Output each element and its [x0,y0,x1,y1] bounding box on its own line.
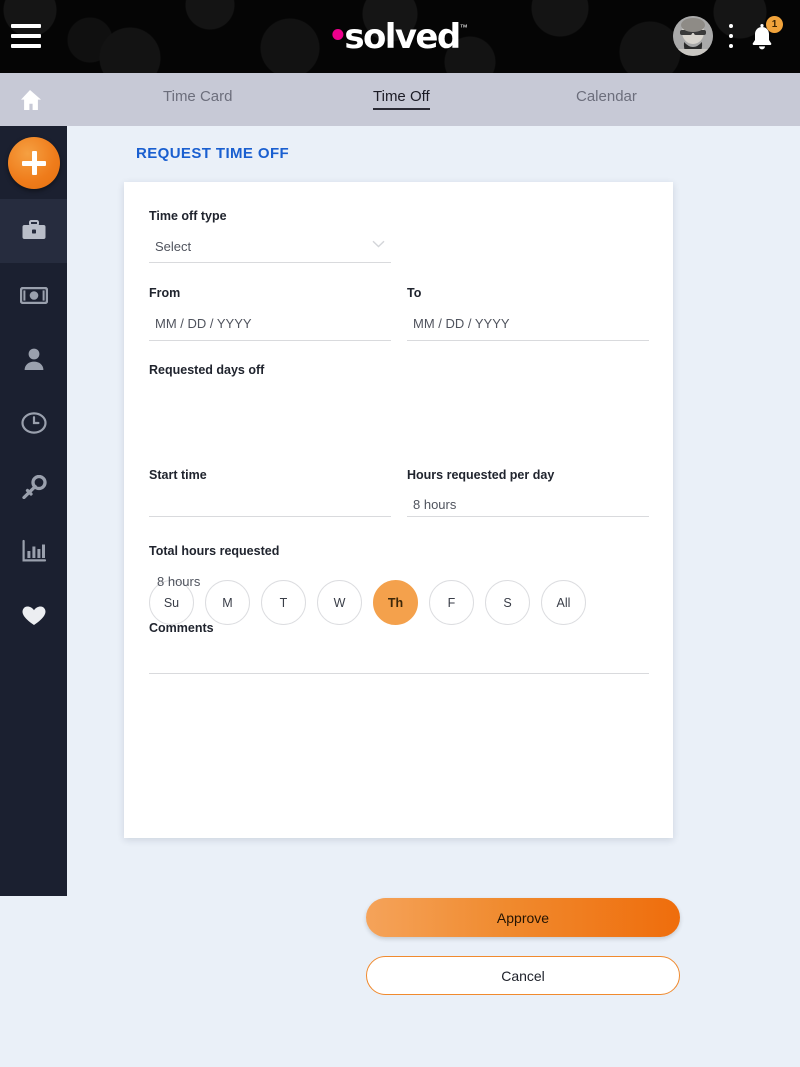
label-from: From [149,286,181,300]
day-toggle-m[interactable]: M [205,580,250,625]
sidebar-item-heart[interactable] [0,583,67,647]
label-requested-days-off: Requested days off [149,363,265,377]
logo-trademark: ™ [459,23,468,32]
label-total-hours: Total hours requested [149,544,280,558]
tab-time-off[interactable]: Time Off [373,88,430,110]
clock-icon [20,412,47,434]
avatar[interactable] [673,16,713,56]
underline-to [407,340,649,341]
logo-wordmark: solved [344,17,461,57]
kebab-dot [729,34,733,38]
label-comments: Comments [149,621,214,635]
underline-comments [149,673,649,674]
request-time-off-card: Time off type Select From MM / DD / YYYY… [124,182,680,995]
logo-dot-icon [332,29,344,40]
key-icon [21,475,47,499]
top-bar: solved ™ 1 [0,0,800,73]
page-header: REQUEST TIME OFF [67,126,800,182]
avatar-image [673,16,713,56]
sidebar-item-cash[interactable] [0,263,67,327]
person-icon [24,348,43,370]
input-hours-per-day[interactable]: 8 hours [413,497,456,512]
label-to: To [407,286,422,300]
underline-time-off-type [149,262,391,263]
underline-start-time [149,516,391,517]
label-hours-per-day: Hours requested per day [407,468,555,482]
value-total-hours: 8 hours [157,574,201,589]
sidebar-item-clock[interactable] [0,391,67,455]
briefcase-icon [22,220,45,239]
underline-from [149,340,391,341]
kebab-dot [729,44,733,48]
label-time-off-type: Time off type [149,209,227,223]
day-toggle-s[interactable]: S [485,580,530,625]
notifications-button[interactable]: 1 [748,16,783,54]
sidebar-item-person[interactable] [0,327,67,391]
tab-calendar[interactable]: Calendar [576,88,637,105]
hamburger-bar [11,24,41,28]
input-from-date[interactable]: MM / DD / YYYY [155,316,252,331]
hamburger-bar [11,44,41,48]
app-root: solved ™ 1 Time Card Time Off Calendar R… [0,0,800,1067]
day-toggle-all[interactable]: All [541,580,586,625]
sidebar-item-key[interactable] [0,455,67,519]
sidebar-item-briefcase[interactable] [0,199,67,263]
hamburger-bar [11,34,41,38]
heart-icon [22,606,45,625]
home-glyph [21,90,41,110]
hamburger-menu-icon[interactable] [11,20,41,52]
day-toggle-w[interactable]: W [317,580,362,625]
label-start-time: Start time [149,468,207,482]
page-title: REQUEST TIME OFF [136,145,290,162]
isolved-logo[interactable]: solved ™ [332,17,468,57]
more-options-icon[interactable] [723,24,739,48]
nav-bar: Time Card Time Off Calendar [0,73,800,126]
day-toggle-t[interactable]: T [261,580,306,625]
chevron-down-icon[interactable] [372,240,385,248]
day-toggle-th[interactable]: Th [373,580,418,625]
sidebar [0,126,67,896]
day-toggle-f[interactable]: F [429,580,474,625]
sidebar-item-chart[interactable] [0,519,67,583]
select-time-off-type[interactable]: Select [155,239,191,254]
kebab-dot [729,24,733,28]
cancel-button[interactable]: Cancel [366,956,680,995]
tab-time-card[interactable]: Time Card [163,88,232,105]
home-icon[interactable] [16,86,44,114]
bar-chart-icon [22,539,46,562]
add-button[interactable] [8,137,60,189]
notification-badge: 1 [766,16,783,33]
cash-icon [19,286,48,304]
approve-button[interactable]: Approve [366,898,680,937]
input-to-date[interactable]: MM / DD / YYYY [413,316,510,331]
nav-tab-list: Time Card Time Off Calendar [67,73,800,126]
underline-hours-per-day [407,516,649,517]
